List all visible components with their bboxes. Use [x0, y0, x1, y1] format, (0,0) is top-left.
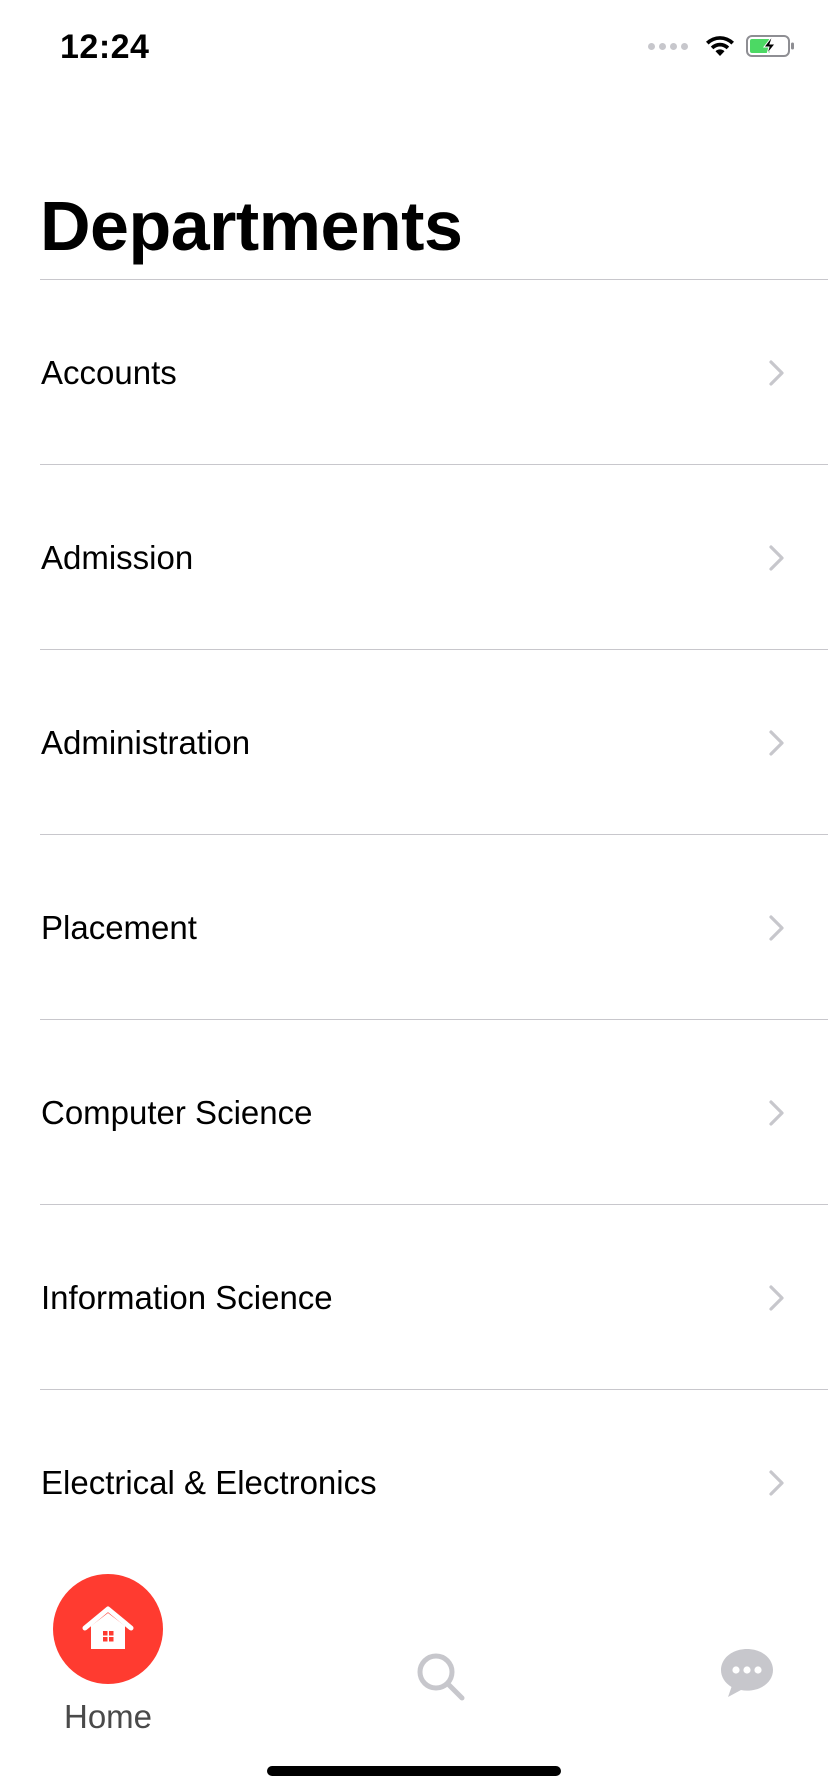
home-indicator[interactable] — [267, 1766, 561, 1776]
home-icon — [82, 1606, 134, 1649]
list-item-electrical-electronics[interactable]: Electrical & Electronics — [0, 1390, 828, 1575]
chevron-right-icon — [769, 359, 784, 386]
list-item-placement[interactable]: Placement — [0, 835, 828, 1020]
status-time: 12:24 — [60, 28, 150, 66]
page-title: Departments — [40, 187, 463, 265]
list-item-accounts[interactable]: Accounts — [0, 280, 828, 465]
list-item-label: Computer Science — [41, 1093, 313, 1131]
chevron-right-icon — [769, 914, 784, 941]
tab-home-label: Home — [63, 1698, 153, 1735]
cellular-signal-icon — [648, 42, 688, 50]
status-indicators — [648, 34, 796, 58]
tab-bar: Home — [0, 1574, 828, 1792]
list-item-administration[interactable]: Administration — [0, 650, 828, 835]
list-item-label: Accounts — [41, 353, 177, 391]
chevron-right-icon — [769, 729, 784, 756]
list-item-label: Electrical & Electronics — [41, 1463, 377, 1501]
list-item-information-science[interactable]: Information Science — [0, 1205, 828, 1390]
list-item-label: Information Science — [41, 1278, 333, 1316]
tab-home[interactable]: Home — [50, 1574, 166, 1736]
list-item-admission[interactable]: Admission — [0, 465, 828, 650]
chevron-right-icon — [769, 1099, 784, 1126]
search-icon[interactable] — [414, 1650, 468, 1704]
chat-bubble-icon[interactable] — [718, 1646, 776, 1700]
wifi-icon — [706, 36, 734, 56]
chevron-right-icon — [769, 1284, 784, 1311]
chevron-right-icon — [769, 1469, 784, 1496]
chevron-right-icon — [769, 544, 784, 571]
list-item-label: Placement — [41, 908, 197, 946]
department-list: Accounts Admission Administration Placem… — [0, 280, 828, 1575]
home-tab-button[interactable] — [53, 1574, 163, 1684]
battery-charging-icon — [746, 35, 794, 57]
list-item-label: Admission — [41, 538, 194, 576]
list-item-label: Administration — [41, 723, 251, 761]
list-item-computer-science[interactable]: Computer Science — [0, 1020, 828, 1205]
screen: 12:24 Departments Accounts Admission Adm… — [0, 0, 828, 1792]
status-bar: 12:24 — [0, 0, 828, 100]
